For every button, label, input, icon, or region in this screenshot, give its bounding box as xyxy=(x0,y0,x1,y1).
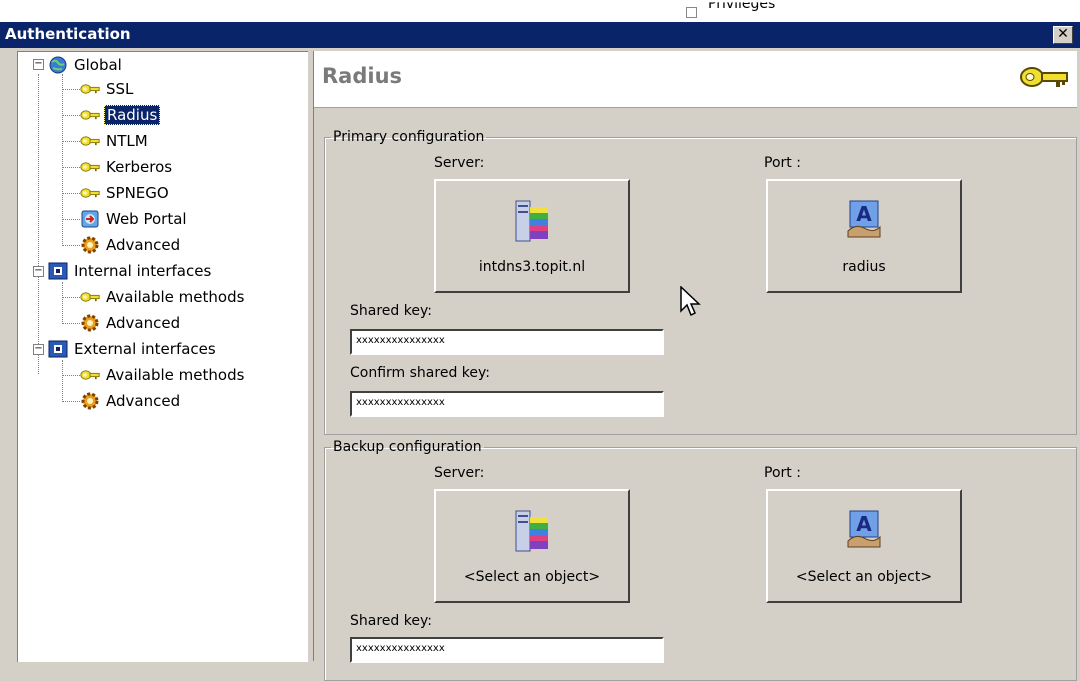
tree-connector xyxy=(62,401,80,402)
tree-item-web-portal[interactable]: Web Portal xyxy=(80,208,189,230)
tree-item-internal-methods[interactable]: Available methods xyxy=(80,286,246,308)
confirm-shared-key-input[interactable]: xxxxxxxxxxxxxxx xyxy=(350,391,664,417)
background-checkbox xyxy=(686,7,697,18)
backup-server-value: <Select an object> xyxy=(463,569,601,585)
tree-item-advanced[interactable]: Advanced xyxy=(80,234,182,256)
primary-server-button[interactable]: intdns3.topit.nl xyxy=(434,179,630,293)
tree-label: SSL xyxy=(106,80,134,98)
globe-icon xyxy=(49,56,67,74)
tree-item-external-advanced[interactable]: Advanced xyxy=(80,390,182,412)
tree-label: Available methods xyxy=(106,366,245,384)
backup-server-button[interactable]: <Select an object> xyxy=(434,489,630,603)
mouse-pointer-icon xyxy=(680,286,701,317)
backup-server-label: Server: xyxy=(434,465,485,481)
panel-title: Radius xyxy=(322,64,403,88)
gear-icon xyxy=(81,236,99,254)
tree-item-external-interfaces[interactable]: External interfaces xyxy=(48,338,218,360)
tree-label: Advanced xyxy=(106,314,181,332)
tree-item-external-methods[interactable]: Available methods xyxy=(80,364,246,386)
expander-global[interactable]: − xyxy=(33,59,44,70)
expander-internal[interactable]: − xyxy=(33,266,44,277)
tree-item-global[interactable]: Global xyxy=(48,54,124,76)
tree-connector xyxy=(62,193,80,194)
expander-external[interactable]: − xyxy=(33,344,44,355)
tree-connector xyxy=(38,74,39,374)
tree-label: NTLM xyxy=(106,132,148,150)
key-icon xyxy=(80,136,100,146)
close-button[interactable]: ✕ xyxy=(1053,26,1073,44)
tree-connector xyxy=(62,141,80,142)
tree-item-ssl[interactable]: SSL xyxy=(80,78,135,100)
primary-port-button[interactable]: A radius xyxy=(766,179,962,293)
key-icon xyxy=(80,188,100,198)
shared-key-label: Shared key: xyxy=(350,303,432,319)
background-window xyxy=(0,0,1080,22)
shared-key-input[interactable]: xxxxxxxxxxxxxxx xyxy=(350,329,664,355)
window-title: Authentication xyxy=(5,25,131,43)
close-icon: ✕ xyxy=(1057,26,1069,42)
tree-connector xyxy=(62,219,80,220)
tree-connector xyxy=(62,115,80,116)
navigation-tree: − Global SSL Radius NTLM Kerberos SPNEGO… xyxy=(17,51,308,662)
tree-connector xyxy=(62,297,80,298)
key-icon xyxy=(80,110,100,120)
tree-item-kerberos[interactable]: Kerberos xyxy=(80,156,174,178)
interface-icon xyxy=(48,262,68,280)
tree-item-ntlm[interactable]: NTLM xyxy=(80,130,150,152)
backup-shared-key-label: Shared key: xyxy=(350,613,432,629)
server-label: Server: xyxy=(434,155,485,171)
key-icon xyxy=(1020,67,1068,87)
tree-connector xyxy=(62,375,80,376)
group-legend: Primary configuration xyxy=(333,129,485,145)
tree-label: Available methods xyxy=(106,288,245,306)
tree-label: Internal interfaces xyxy=(74,262,212,280)
tree-label: Advanced xyxy=(106,392,181,410)
settings-panel: Radius Primary configuration Server: Por… xyxy=(313,51,1077,681)
primary-server-value: intdns3.topit.nl xyxy=(478,259,586,275)
primary-port-value: radius xyxy=(842,259,886,275)
port-icon: A xyxy=(847,510,881,548)
key-icon xyxy=(80,162,100,172)
tree-label: Advanced xyxy=(106,236,181,254)
tree-connector xyxy=(62,74,63,246)
tree-connector xyxy=(62,323,80,324)
web-portal-icon xyxy=(81,210,99,228)
tree-item-internal-interfaces[interactable]: Internal interfaces xyxy=(48,260,213,282)
server-icon xyxy=(515,510,548,552)
title-bar: Authentication ✕ xyxy=(0,22,1080,48)
gear-icon xyxy=(81,392,99,410)
confirm-shared-key-label: Confirm shared key: xyxy=(350,365,490,381)
tree-connector xyxy=(62,89,80,90)
server-icon xyxy=(515,200,548,242)
svg-text:A: A xyxy=(856,512,872,536)
group-legend: Backup configuration xyxy=(333,439,482,455)
key-icon xyxy=(80,292,100,302)
tree-item-internal-advanced[interactable]: Advanced xyxy=(80,312,182,334)
tree-label: SPNEGO xyxy=(106,184,169,202)
tree-label: External interfaces xyxy=(74,340,216,358)
gear-icon xyxy=(81,314,99,332)
tree-connector xyxy=(62,360,63,402)
port-label: Port : xyxy=(764,155,801,171)
key-icon xyxy=(80,370,100,380)
tree-label: Kerberos xyxy=(106,158,173,176)
port-icon: A xyxy=(847,200,881,238)
tree-label: Global xyxy=(74,56,122,74)
backup-port-button[interactable]: A <Select an object> xyxy=(766,489,962,603)
backup-port-value: <Select an object> xyxy=(795,569,933,585)
tree-item-spnego[interactable]: SPNEGO xyxy=(80,182,171,204)
panel-header: Radius xyxy=(314,51,1077,108)
interface-icon xyxy=(48,340,68,358)
svg-text:A: A xyxy=(856,202,872,226)
tree-label: Web Portal xyxy=(106,210,187,228)
tree-connector xyxy=(62,282,63,324)
tree-connector xyxy=(62,245,80,246)
key-icon xyxy=(80,84,100,94)
tree-connector xyxy=(62,167,80,168)
backup-shared-key-input[interactable]: xxxxxxxxxxxxxxx xyxy=(350,637,664,663)
backup-port-label: Port : xyxy=(764,465,801,481)
tree-item-radius[interactable]: Radius xyxy=(80,104,161,126)
tree-label-selected: Radius xyxy=(104,105,161,125)
